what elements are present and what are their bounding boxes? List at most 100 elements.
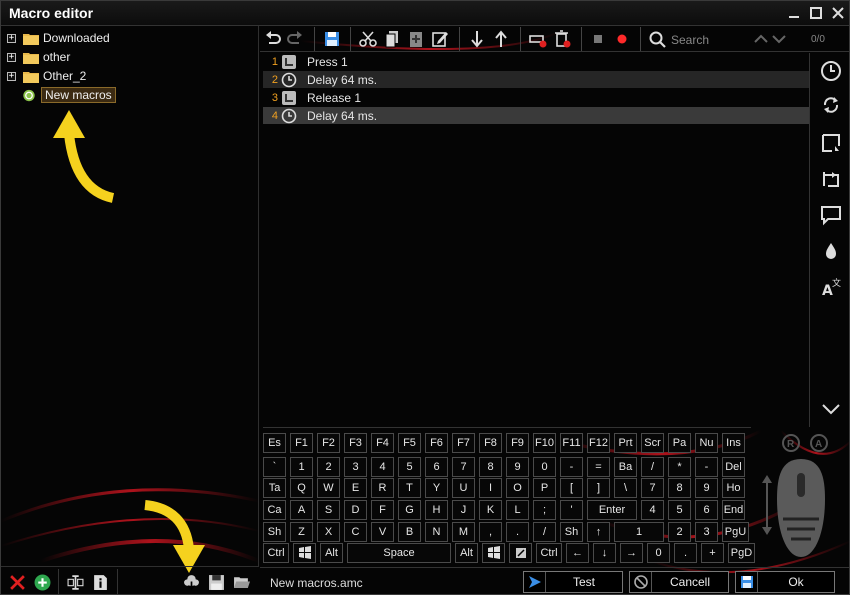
search-next-icon[interactable] — [771, 33, 787, 45]
save-button[interactable] — [321, 29, 343, 49]
key[interactable]: ← — [566, 543, 589, 563]
key[interactable]: 5 — [668, 500, 691, 520]
key[interactable]: End — [722, 500, 745, 520]
key[interactable]: I — [479, 478, 502, 498]
key[interactable]: C — [344, 522, 367, 542]
insert-drop-button[interactable] — [819, 239, 843, 263]
key[interactable]: Ba — [614, 457, 637, 477]
cloud-download-button[interactable] — [181, 572, 201, 592]
key[interactable]: V — [371, 522, 394, 542]
key[interactable]: Ins — [722, 433, 745, 453]
key[interactable]: PgU — [722, 522, 749, 542]
windows-key[interactable] — [293, 543, 316, 563]
expand-icon[interactable]: + — [7, 33, 16, 43]
key[interactable]: * — [668, 457, 691, 477]
key[interactable]: X — [317, 522, 340, 542]
key[interactable]: 2 — [668, 522, 691, 542]
key[interactable]: 9 — [506, 457, 529, 477]
key[interactable]: Prt — [614, 433, 637, 453]
mouse-body-icon[interactable] — [777, 459, 825, 557]
key[interactable]: P — [533, 478, 556, 498]
list-item[interactable]: 2 Delay 64 ms. — [263, 71, 809, 88]
key[interactable]: 4 — [371, 457, 394, 477]
key[interactable]: E — [344, 478, 367, 498]
key[interactable]: K — [479, 500, 502, 520]
key[interactable]: J — [452, 500, 475, 520]
key[interactable]: W — [317, 478, 340, 498]
key[interactable]: F9 — [506, 433, 529, 453]
key[interactable]: PgD — [728, 543, 755, 563]
key[interactable]: Sh — [560, 522, 583, 542]
key[interactable]: . — [506, 522, 529, 542]
expand-icon[interactable]: + — [7, 52, 16, 62]
key[interactable]: , — [479, 522, 502, 542]
key[interactable]: F1 — [290, 433, 313, 453]
close-icon[interactable] — [829, 4, 847, 22]
key[interactable]: Ta — [263, 478, 286, 498]
undo-button[interactable] — [262, 29, 284, 49]
key[interactable]: 5 — [398, 457, 421, 477]
key[interactable]: / — [641, 457, 664, 477]
key[interactable]: Y — [425, 478, 448, 498]
key[interactable]: H — [425, 500, 448, 520]
key[interactable]: ' — [560, 500, 583, 520]
key[interactable]: ↓ — [593, 543, 616, 563]
key[interactable]: 1 — [290, 457, 313, 477]
delete-macro-button[interactable] — [7, 572, 27, 592]
key[interactable]: Q — [290, 478, 313, 498]
save-file-button[interactable] — [206, 572, 226, 592]
info-button[interactable] — [90, 572, 110, 592]
key[interactable]: [ — [560, 478, 583, 498]
tree-item-new-macros[interactable]: New macros — [21, 86, 116, 104]
copy-button[interactable] — [381, 29, 403, 49]
key[interactable]: F5 — [398, 433, 421, 453]
move-up-button[interactable] — [490, 29, 512, 49]
search-box[interactable]: Search — [649, 31, 749, 49]
key[interactable]: O — [506, 478, 529, 498]
mouse-button-a-icon[interactable]: R — [782, 434, 800, 452]
open-folder-button[interactable] — [231, 572, 251, 592]
key[interactable]: . — [674, 543, 697, 563]
key[interactable]: T — [398, 478, 421, 498]
key[interactable]: B — [398, 522, 421, 542]
key[interactable]: Ctrl — [536, 543, 562, 563]
key[interactable]: 6 — [425, 457, 448, 477]
key[interactable]: F11 — [560, 433, 583, 453]
cancel-button[interactable]: Cancell — [629, 571, 729, 593]
key[interactable]: 8 — [668, 478, 691, 498]
key[interactable]: Space — [347, 543, 451, 563]
key[interactable]: = — [587, 457, 610, 477]
key[interactable]: S — [317, 500, 340, 520]
macro-step-list[interactable]: 1 Press 1 2 Delay 64 ms. 3 Release 1 4 D… — [263, 53, 809, 427]
key[interactable]: 1 — [614, 522, 664, 542]
key[interactable]: Scr — [641, 433, 664, 453]
key[interactable]: \ — [614, 478, 637, 498]
key[interactable]: Z — [290, 522, 313, 542]
minimize-icon[interactable] — [785, 4, 803, 22]
paste-button[interactable] — [405, 29, 427, 49]
key[interactable]: F6 — [425, 433, 448, 453]
key[interactable]: F10 — [533, 433, 556, 453]
tree-item-downloaded[interactable]: + Downloaded — [7, 29, 110, 47]
key[interactable]: Nu — [695, 433, 718, 453]
add-macro-button[interactable] — [32, 572, 52, 592]
key[interactable]: R — [371, 478, 394, 498]
menu-key[interactable] — [509, 543, 532, 563]
ok-button[interactable]: Ok — [735, 571, 835, 593]
key[interactable]: 0 — [533, 457, 556, 477]
key[interactable]: + — [701, 543, 724, 563]
key[interactable]: G — [398, 500, 421, 520]
key[interactable]: F7 — [452, 433, 475, 453]
expand-down-button[interactable] — [819, 397, 843, 421]
delete-step-button[interactable] — [527, 29, 549, 49]
key[interactable]: Pa — [668, 433, 691, 453]
insert-loop-button[interactable] — [819, 93, 843, 117]
rename-button[interactable] — [65, 572, 85, 592]
key[interactable]: ↑ — [587, 522, 610, 542]
key[interactable]: 9 — [695, 478, 718, 498]
key[interactable]: F2 — [317, 433, 340, 453]
key[interactable]: Ho — [722, 478, 745, 498]
expand-icon[interactable]: + — [7, 71, 16, 81]
key[interactable]: F3 — [344, 433, 367, 453]
move-down-button[interactable] — [466, 29, 488, 49]
